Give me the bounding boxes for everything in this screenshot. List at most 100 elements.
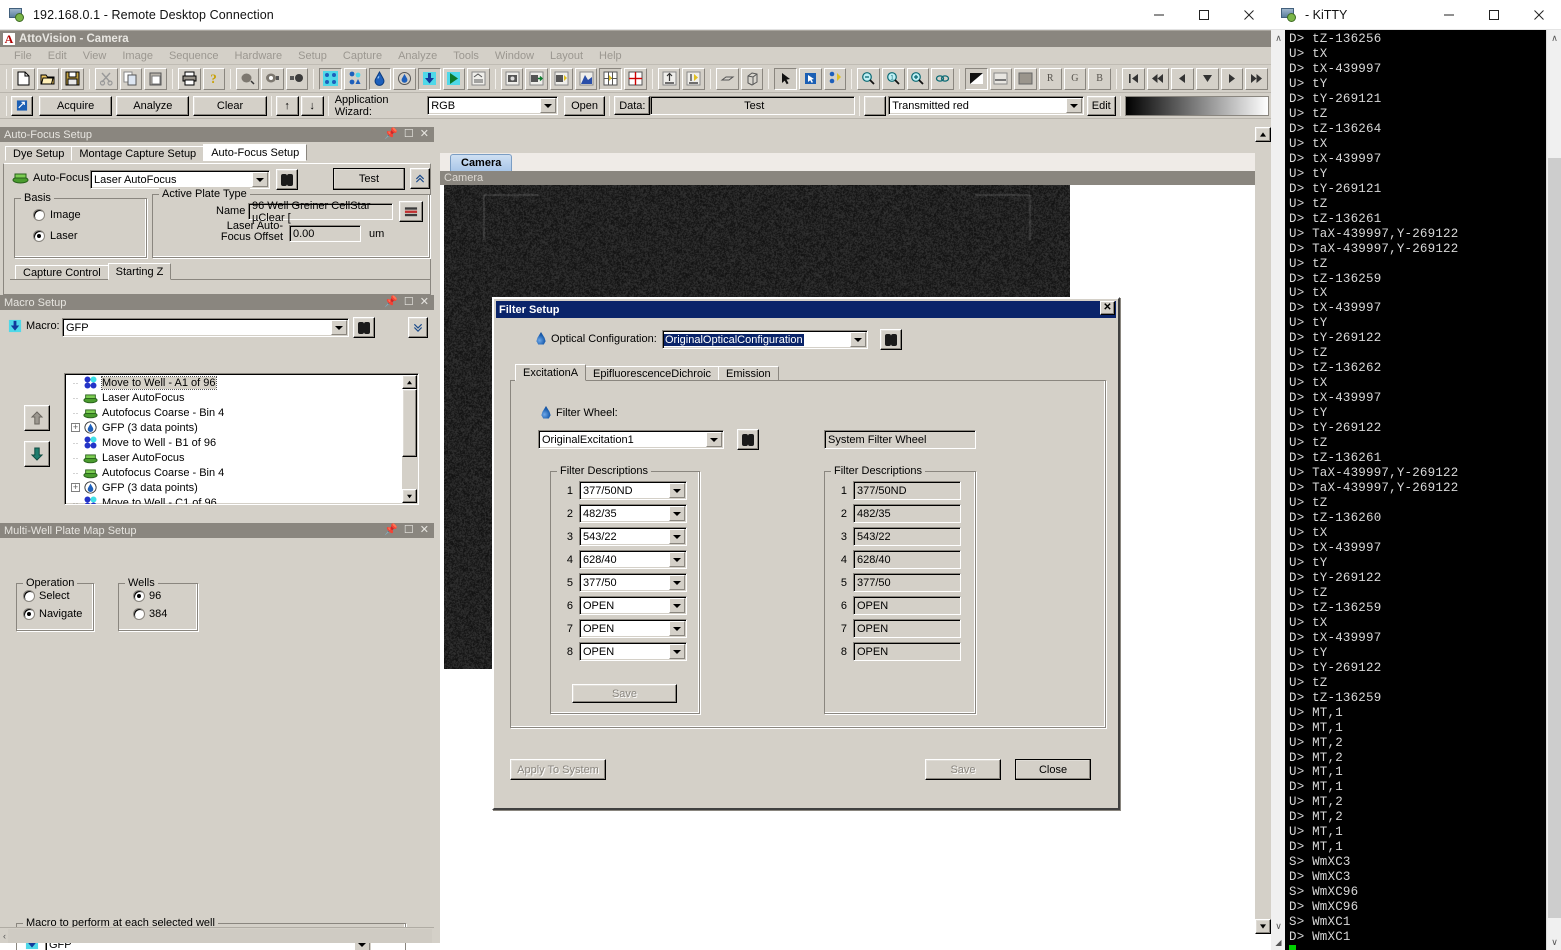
droplet-outline-icon[interactable] [393, 67, 416, 90]
tab-auto-focus-setup[interactable]: Auto-Focus Setup [203, 144, 308, 161]
macro-step-row[interactable]: ·· Move to Well - A1 of 96 [65, 375, 402, 390]
chevron-down-icon[interactable] [850, 332, 866, 347]
zoom-in-icon[interactable] [906, 67, 930, 90]
nav-first-icon[interactable] [1121, 67, 1145, 90]
stage-up-button[interactable]: ↑ [275, 95, 299, 116]
wells-option-384[interactable]: 384 [133, 608, 167, 620]
rdp-close-button[interactable] [1226, 0, 1271, 30]
chevron-up-double-icon[interactable] [410, 168, 430, 189]
radio-laser[interactable] [33, 230, 45, 242]
illumination-combo[interactable]: Transmitted red [888, 96, 1084, 115]
zoom-out-icon[interactable] [857, 67, 880, 90]
droplet-blue-icon[interactable] [368, 67, 392, 90]
wells-option-96[interactable]: 96 [133, 590, 161, 602]
chevron-down-icon[interactable] [669, 575, 685, 590]
nav-fastback-icon[interactable] [1146, 67, 1170, 90]
stage-down-button[interactable]: ↓ [300, 95, 324, 116]
dock-scroll-track[interactable] [8, 928, 432, 943]
optical-configuration-browse-button[interactable] [880, 329, 902, 350]
maximize-icon[interactable]: ☐ [404, 297, 414, 308]
save-filters-button[interactable]: Save [572, 684, 677, 703]
nav-next-icon[interactable] [1220, 67, 1244, 90]
tools-wrench-icon[interactable] [823, 67, 847, 90]
filter-combo-3[interactable]: 543/22 [579, 527, 687, 546]
expand-plus-icon[interactable]: + [69, 482, 82, 493]
contrast-solid-icon[interactable] [1014, 67, 1037, 90]
resize-grip-icon[interactable]: ◢ [1271, 934, 1286, 950]
pin-icon[interactable]: 📌 [384, 525, 398, 536]
open-wizard-button[interactable]: Open [563, 95, 606, 116]
help-question-icon[interactable]: ? [202, 67, 226, 90]
plate-stack-icon[interactable] [399, 201, 423, 222]
filter-setup-dialog[interactable]: Filter Setup ✕ Optical Configuration: Or… [492, 297, 1120, 810]
chevron-down-double-icon[interactable] [408, 317, 428, 338]
auto-focus-browse-button[interactable] [276, 169, 298, 190]
clear-button[interactable]: Clear [193, 95, 267, 116]
operation-option-navigate[interactable]: Navigate [23, 608, 82, 620]
filter-combo-1[interactable]: 377/50ND [579, 481, 687, 500]
plane-2d-icon[interactable] [716, 67, 739, 90]
cube-3d-icon[interactable] [740, 67, 764, 90]
rdp-minimize-button[interactable] [1136, 0, 1181, 30]
move-step-up-button[interactable] [24, 405, 50, 431]
save-disk-icon[interactable] [61, 67, 84, 90]
macro-step-row[interactable]: ·· Move to Well - C1 of 96 [65, 495, 402, 504]
select-region-icon[interactable] [799, 67, 822, 90]
maximize-icon[interactable]: ☐ [404, 129, 414, 140]
camera-export-icon[interactable] [525, 67, 549, 90]
chevron-down-icon[interactable] [669, 529, 685, 544]
kitty-maximize-button[interactable] [1471, 0, 1516, 30]
apply-to-system-button[interactable]: Apply To System [510, 759, 606, 780]
dialog-close-button[interactable]: Close [1015, 759, 1091, 780]
chevron-down-icon[interactable] [669, 621, 685, 636]
snap-camera-icon[interactable] [260, 67, 284, 90]
chevron-down-icon[interactable] [669, 644, 685, 659]
filter-combo-5[interactable]: 377/50 [579, 573, 687, 592]
macro-step-row[interactable]: ·· Move to Well - B1 of 96 [65, 435, 402, 450]
macro-step-row[interactable]: + GFP (3 data points) [65, 420, 402, 435]
stage-config-icon[interactable] [682, 67, 706, 90]
run-macro-icon[interactable] [442, 67, 466, 90]
close-icon[interactable]: ✕ [420, 129, 429, 140]
radio-384[interactable] [133, 608, 145, 620]
application-wizard-combo[interactable]: RGB [427, 96, 558, 115]
filter-combo-4[interactable]: 628/40 [579, 550, 687, 569]
kitty-scroll-thumb[interactable] [1548, 158, 1561, 918]
acquire-button[interactable]: Acquire [39, 95, 113, 116]
menu-item-layout[interactable]: Layout [542, 49, 591, 63]
chevron-down-icon[interactable] [252, 172, 268, 187]
macro-combo[interactable]: GFP [62, 318, 349, 337]
tab-dye-setup[interactable]: Dye Setup [5, 146, 73, 161]
pin-icon[interactable]: 📌 [384, 297, 398, 308]
open-folder-icon[interactable] [36, 67, 60, 90]
radio-navigate[interactable] [23, 608, 35, 620]
macro-step-row[interactable]: ·· Autofocus Coarse - Bin 4 [65, 405, 402, 420]
grid-settings-icon[interactable] [599, 67, 623, 90]
dialog-save-button[interactable]: Save [925, 759, 1001, 780]
scroll-down-icon[interactable]: ∨ [1271, 918, 1286, 934]
pin-icon[interactable]: 📌 [384, 129, 398, 140]
print-icon[interactable] [177, 67, 201, 90]
macro-down-icon[interactable] [417, 67, 441, 90]
channel-g-icon[interactable]: G [1063, 67, 1087, 90]
contrast-flat-icon[interactable] [989, 67, 1013, 90]
maximize-icon[interactable]: ☐ [404, 525, 414, 536]
menu-item-hardware[interactable]: Hardware [226, 49, 290, 63]
close-icon[interactable]: ✕ [420, 525, 429, 536]
histogram-icon[interactable] [574, 67, 598, 90]
menu-item-image[interactable]: Image [114, 49, 161, 63]
move-step-down-button[interactable] [24, 441, 50, 467]
new-document-icon[interactable] [12, 67, 35, 90]
menu-item-capture[interactable]: Capture [335, 49, 390, 63]
filter-combo-8[interactable]: OPEN [579, 642, 687, 661]
grid-cross-icon[interactable] [624, 67, 647, 90]
filter-wheel-browse-button[interactable] [737, 429, 759, 450]
kitty-terminal-body[interactable]: ∧ ∨ ◢ D> tZ-136256 U> tX D> tX-439997 U> tY… [1271, 30, 1561, 950]
macro-step-row[interactable]: ·· Laser AutoFocus [65, 390, 402, 405]
scroll-down-button[interactable] [402, 489, 417, 503]
tab-excitation-a[interactable]: ExcitationA [515, 364, 587, 381]
radio-select[interactable] [23, 590, 35, 602]
radio-image[interactable] [33, 209, 45, 221]
macro-list-scrollbar[interactable] [402, 375, 417, 503]
filter-dialog-close-button[interactable]: ✕ [1100, 301, 1115, 315]
